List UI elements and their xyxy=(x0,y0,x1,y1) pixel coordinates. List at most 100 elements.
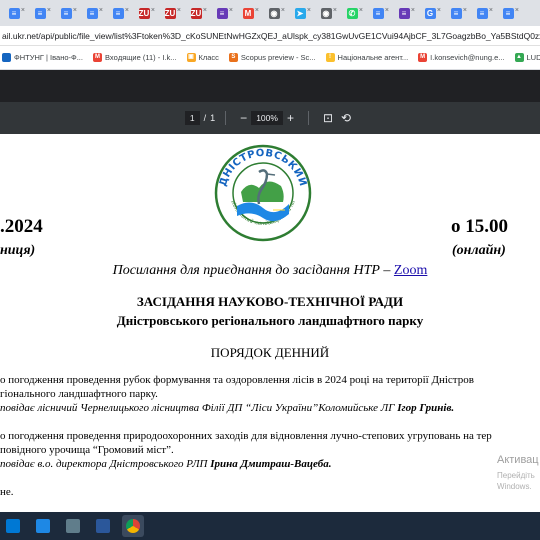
taskbar-calculator-button[interactable] xyxy=(62,515,84,537)
close-tab-icon[interactable]: × xyxy=(333,7,337,14)
browser-tab[interactable]: ≡ × xyxy=(2,2,26,24)
browser-tab[interactable]: ZU × xyxy=(158,2,182,24)
close-tab-icon[interactable]: × xyxy=(515,7,519,14)
bookmark-label: Національне агент... xyxy=(337,53,409,62)
close-tab-icon[interactable]: × xyxy=(463,7,467,14)
close-tab-icon[interactable]: × xyxy=(411,7,415,14)
docs-icon: ≡ xyxy=(60,7,72,19)
activation-watermark-line: Перейдіть xyxy=(497,471,535,480)
docs-icon: ≡ xyxy=(112,7,124,19)
browser-tab[interactable]: ◉ × xyxy=(262,2,286,24)
bookmark-item[interactable]: M I.konsevich@nung.e... xyxy=(418,53,505,62)
bookmark-label: Класс xyxy=(198,53,219,62)
browser-tab[interactable]: ◉ × xyxy=(314,2,338,24)
bookmark-item[interactable]: M Вхoдящие (11) - I.k... xyxy=(92,53,177,62)
close-tab-icon[interactable]: × xyxy=(255,7,259,14)
agenda-item-2-line-2: повідного урочища “Громовий міст”. xyxy=(0,444,174,456)
park-logo: ДНІСТРОВСЬКИЙ регіональний ландшафтний п… xyxy=(211,142,312,242)
close-tab-icon[interactable]: × xyxy=(489,7,493,14)
browser-tab[interactable]: ≡ × xyxy=(54,2,78,24)
browser-tab[interactable]: M × xyxy=(236,2,260,24)
forms-icon: ≡ xyxy=(398,7,410,19)
word-icon xyxy=(96,519,110,533)
bookmark-item[interactable]: S Scopus preview - Sc... xyxy=(228,53,316,62)
meeting-time: о 15.00 xyxy=(451,216,508,237)
taskbar-chrome-button[interactable] xyxy=(122,515,144,537)
taskbar-mail-button[interactable] xyxy=(2,515,24,537)
pdf-page: ДНІСТРОВСЬКИЙ регіональний ландшафтний п… xyxy=(0,134,540,512)
zoom-link[interactable]: Zoom xyxy=(394,263,427,278)
bookmark-label: Вхoдящие (11) - I.k... xyxy=(104,53,177,62)
telegram-icon: ➤ xyxy=(294,7,306,19)
activation-watermark-text: Перейдіть Windows. xyxy=(497,470,535,492)
bookmarks-bar: ФНТУНГ | Івано-Ф... M Вхoдящие (11) - I.k.… xyxy=(0,46,540,70)
save-icon xyxy=(36,519,50,533)
close-tab-icon[interactable]: × xyxy=(47,7,51,14)
zoom-level-input[interactable]: 100% xyxy=(251,111,283,125)
bookmark-item[interactable]: ! Національне агент... xyxy=(325,53,409,62)
address-url[interactable]: ail.ukr.net/api/public/file_view/list%3F… xyxy=(0,31,540,41)
speaker-name: Ірина Дмитраш-Вацеба. xyxy=(210,458,332,470)
close-tab-icon[interactable]: × xyxy=(281,7,285,14)
close-tab-icon[interactable]: × xyxy=(359,7,363,14)
close-tab-icon[interactable]: × xyxy=(229,7,233,14)
agenda-title: ПОРЯДОК ДЕННИЙ xyxy=(210,345,330,360)
zoom-out-button[interactable]: − xyxy=(240,111,247,125)
bookmark-item[interactable]: ▲LUDMILA – G xyxy=(514,53,540,62)
docs-icon: ≡ xyxy=(34,7,46,19)
zu-icon: ZU xyxy=(138,7,150,19)
browser-tab[interactable]: ZU × xyxy=(132,2,156,24)
browser-tab[interactable]: ≡ × xyxy=(392,2,416,24)
browser-tab[interactable]: G × xyxy=(418,2,442,24)
close-tab-icon[interactable]: × xyxy=(21,7,25,14)
close-tab-icon[interactable]: × xyxy=(385,7,389,14)
meeting-format: (онлайн) xyxy=(452,243,506,258)
close-tab-icon[interactable]: × xyxy=(437,7,441,14)
fit-page-icon[interactable]: ⊡ xyxy=(323,111,333,125)
gmail-icon: M xyxy=(92,53,102,62)
taskbar-word-button[interactable] xyxy=(92,515,114,537)
browser-tab[interactable]: ≡ × xyxy=(106,2,130,24)
browser-tab[interactable]: ≡ × xyxy=(496,2,520,24)
close-tab-icon[interactable]: × xyxy=(99,7,103,14)
bookmark-label: I.konsevich@nung.e... xyxy=(430,53,505,62)
docs-icon: ≡ xyxy=(372,7,384,19)
browser-tab[interactable]: ➤ × xyxy=(288,2,312,24)
page-number-input[interactable]: 1 xyxy=(184,111,200,125)
docs-icon: ≡ xyxy=(8,7,20,19)
drive-icon: ▲ xyxy=(514,53,524,62)
bookmark-item[interactable]: ФНТУНГ | Івано-Ф... xyxy=(2,53,83,62)
bookmark-label: LUDMILA – G xyxy=(526,53,540,62)
browser-tab[interactable]: ZU × xyxy=(184,2,208,24)
page-total: 1 xyxy=(210,113,216,123)
zoom-in-button[interactable]: + xyxy=(287,111,294,125)
agenda-item-1-speaker: повідає лісничий Чернелицького лісництва… xyxy=(0,402,454,414)
browser-tab[interactable]: ≡ × xyxy=(444,2,468,24)
close-tab-icon[interactable]: × xyxy=(203,7,207,14)
browser-tab[interactable]: ≡ × xyxy=(210,2,234,24)
browser-tab[interactable]: ≡ × xyxy=(366,2,390,24)
zoom-link-line: Посилання для приєднання до засідання НТ… xyxy=(0,263,540,279)
taskbar-save-button[interactable] xyxy=(32,515,54,537)
gmail-icon: M xyxy=(418,53,428,62)
close-tab-icon[interactable]: × xyxy=(307,7,311,14)
bookmark-item[interactable]: ▣ Класс xyxy=(186,53,219,62)
classroom-icon: ▣ xyxy=(186,53,196,62)
browser-tab[interactable]: ≡ × xyxy=(28,2,52,24)
docs-icon: ≡ xyxy=(476,7,488,19)
page-separator: / xyxy=(203,113,207,123)
speaker-role: повідає лісничий Чернелицького лісництва… xyxy=(0,402,398,414)
close-tab-icon[interactable]: × xyxy=(151,7,155,14)
browser-tab[interactable]: ✆ × xyxy=(340,2,364,24)
university-icon xyxy=(2,53,11,62)
globe-icon: ◉ xyxy=(268,7,280,19)
close-tab-icon[interactable]: × xyxy=(177,7,181,14)
close-tab-icon[interactable]: × xyxy=(125,7,129,14)
browser-tab[interactable]: ≡ × xyxy=(80,2,104,24)
rotate-icon[interactable]: ⟲ xyxy=(341,111,351,125)
meeting-date: .2024 xyxy=(0,216,43,237)
browser-tab[interactable]: ≡ × xyxy=(470,2,494,24)
activation-watermark-line: Windows. xyxy=(497,482,532,491)
address-bar[interactable]: ail.ukr.net/api/public/file_view/list%3F… xyxy=(0,26,540,46)
close-tab-icon[interactable]: × xyxy=(73,7,77,14)
